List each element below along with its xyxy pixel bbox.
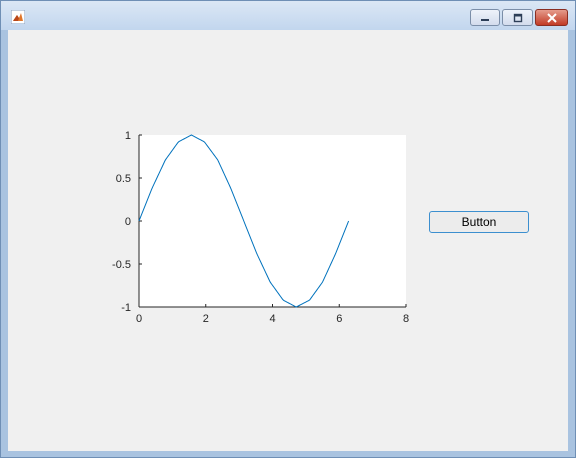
y-tick-label: 1 (125, 130, 131, 142)
app-window: 0 2 4 6 8 -1 -0.5 0 0.5 1 Button (0, 0, 576, 458)
matlab-icon[interactable] (11, 10, 25, 24)
push-button[interactable]: Button (429, 211, 529, 233)
minimize-icon (481, 18, 489, 21)
maximize-icon (513, 13, 522, 22)
minimize-button[interactable] (470, 9, 500, 26)
y-tick-label: -1 (121, 302, 131, 314)
x-tick-label: 6 (336, 313, 342, 325)
close-button[interactable] (535, 9, 568, 26)
y-tick-label: -0.5 (112, 259, 131, 271)
plot-background (139, 135, 406, 307)
y-tick-label: 0 (125, 216, 131, 228)
close-icon (546, 12, 557, 23)
x-tick-label: 4 (269, 313, 275, 325)
figure-area: 0 2 4 6 8 -1 -0.5 0 0.5 1 Button (8, 30, 568, 451)
y-tick-label: 0.5 (116, 173, 131, 185)
title-bar[interactable] (1, 1, 575, 30)
maximize-button[interactable] (502, 9, 533, 26)
x-tick-label: 2 (203, 313, 209, 325)
x-tick-label: 8 (403, 313, 409, 325)
x-tick-label: 0 (136, 313, 142, 325)
sine-plot[interactable]: 0 2 4 6 8 -1 -0.5 0 0.5 1 (8, 30, 568, 451)
